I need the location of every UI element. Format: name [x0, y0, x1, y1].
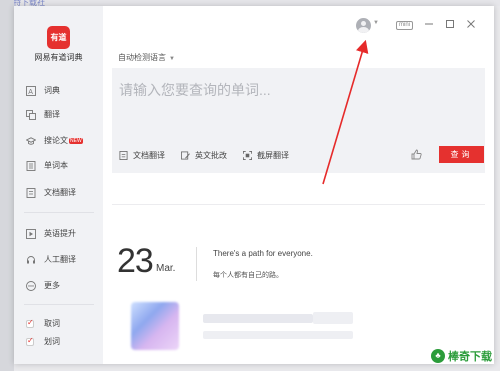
- sidebar-item-translate[interactable]: 翻译: [26, 109, 60, 120]
- maximize-icon[interactable]: [444, 18, 456, 30]
- tool-label: 文档翻译: [133, 151, 165, 160]
- blurred-text-line: [203, 314, 313, 323]
- sidebar-item-english-boost[interactable]: 英语提升: [26, 228, 76, 239]
- watermark-text: 棒奇下载: [448, 351, 492, 363]
- sidebar-item-label: 翻译: [44, 110, 60, 119]
- sidebar-item-label: 词典: [44, 86, 60, 95]
- sidebar-item-label: 英语提升: [44, 229, 76, 238]
- app-window: 有道 网易有道词典 A 词典 翻译 搜论文 NEW 单词本 文档翻译 英语提升 …: [14, 6, 494, 364]
- screenshot-icon: [243, 151, 252, 160]
- wordbook-icon: [26, 160, 36, 171]
- sidebar-item-wordbook[interactable]: 单词本: [26, 160, 68, 171]
- language-detect-dropdown[interactable]: 自动检测语言 ▼: [118, 52, 175, 63]
- sidebar: 有道 网易有道词典 A 词典 翻译 搜论文 NEW 单词本 文档翻译 英语提升 …: [14, 6, 103, 364]
- sidebar-item-label: 人工翻译: [44, 255, 76, 264]
- sidebar-divider: [24, 304, 94, 305]
- svg-text:A: A: [28, 89, 33, 96]
- headset-icon: [26, 255, 36, 265]
- sidebar-item-human-translate[interactable]: 人工翻译: [26, 254, 76, 265]
- more-icon: [26, 280, 36, 291]
- doc-translate-button[interactable]: 文档翻译: [119, 150, 165, 161]
- correction-icon: [181, 151, 190, 160]
- tool-label: 英文批改: [195, 151, 227, 160]
- tool-row: 文档翻译 英文批改 截屏翻译: [119, 150, 305, 161]
- sidebar-item-label: 文档翻译: [44, 188, 76, 197]
- site-watermark: ♣ 棒奇下载: [431, 348, 492, 364]
- mini-mode-button[interactable]: mini: [396, 21, 414, 30]
- query-box: 文档翻译 英文批改 截屏翻译 查询: [112, 68, 485, 173]
- doc-translate-icon: [119, 151, 128, 160]
- checkbox-checked[interactable]: [26, 336, 34, 346]
- daily-date-day: 23: [117, 242, 154, 280]
- daily-quote-chinese[interactable]: 每个人都有自己的路。: [213, 270, 283, 280]
- chevron-down-icon[interactable]: ▼: [373, 20, 379, 26]
- app-name: 网易有道词典: [34, 53, 83, 62]
- correction-button[interactable]: 英文批改: [181, 150, 227, 161]
- graduation-cap-icon: [26, 136, 36, 146]
- document-icon: [26, 187, 36, 198]
- user-avatar-icon[interactable]: [356, 18, 371, 33]
- checkbox-label: 划词: [44, 337, 60, 346]
- leaf-logo-icon: ♣: [431, 349, 445, 363]
- blurred-text-line: [203, 331, 353, 339]
- query-input[interactable]: [119, 80, 459, 100]
- background-left-strip: [0, 0, 14, 371]
- new-badge: NEW: [69, 137, 83, 144]
- date-divider: [196, 247, 197, 281]
- thumbs-up-icon[interactable]: [411, 149, 422, 160]
- select-word-toggle[interactable]: 划词: [26, 336, 60, 347]
- main-panel: ▼ mini 自动检测语言▼ 文档翻译: [103, 6, 494, 364]
- tool-label: 截屏翻译: [257, 151, 289, 160]
- sidebar-item-dictionary[interactable]: A 词典: [26, 85, 60, 96]
- chevron-down-icon: ▼: [169, 56, 175, 62]
- app-logo: 有道: [47, 26, 70, 49]
- query-button[interactable]: 查询: [439, 146, 484, 163]
- blurred-text-line: [313, 312, 353, 324]
- checkbox-label: 取词: [44, 319, 60, 328]
- language-detect-label: 自动检测语言: [118, 53, 166, 62]
- play-icon: [26, 228, 36, 239]
- close-icon[interactable]: [465, 18, 477, 30]
- dictionary-icon: A: [26, 85, 36, 96]
- sidebar-item-doc-translate[interactable]: 文档翻译: [26, 187, 76, 198]
- translate-icon: [26, 109, 36, 120]
- capture-word-toggle[interactable]: 取词: [26, 318, 60, 329]
- checkbox-checked[interactable]: [26, 318, 34, 328]
- sidebar-item-papers[interactable]: 搜论文 NEW: [26, 135, 83, 146]
- sidebar-item-label: 单词本: [44, 161, 68, 170]
- sidebar-item-more[interactable]: 更多: [26, 280, 60, 291]
- daily-quote-english[interactable]: There's a path for everyone.: [213, 249, 313, 258]
- daily-date-month: Mar.: [156, 263, 176, 274]
- content-divider: [112, 204, 485, 205]
- blurred-thumbnail[interactable]: [131, 302, 179, 350]
- screenshot-translate-button[interactable]: 截屏翻译: [243, 150, 289, 161]
- sidebar-item-label: 搜论文: [44, 136, 68, 145]
- sidebar-item-label: 更多: [44, 281, 60, 290]
- minimize-icon[interactable]: [423, 18, 435, 30]
- sidebar-divider: [24, 212, 94, 213]
